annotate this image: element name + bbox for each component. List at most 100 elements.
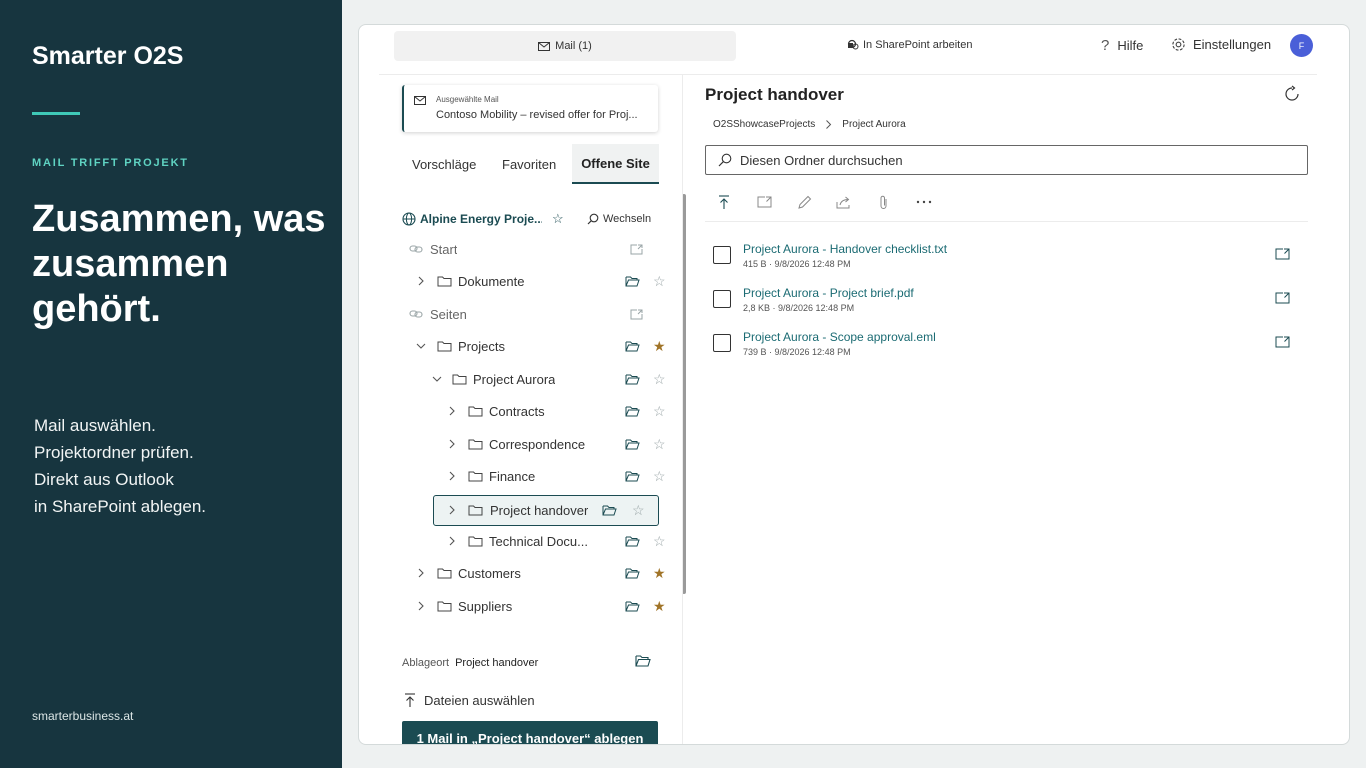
chevron-right-icon[interactable] — [447, 536, 457, 546]
top-bar: Mail (1) In SharePoint arbeiten ? Hilfe … — [359, 25, 1349, 73]
folder-open-icon[interactable] — [625, 374, 640, 385]
switch-site-button[interactable]: Wechseln — [587, 213, 651, 225]
file-name[interactable]: Project Aurora - Scope approval.eml — [743, 330, 936, 344]
accent-bar — [32, 112, 80, 115]
star-icon[interactable]: ☆ — [653, 468, 666, 485]
folder-open-icon[interactable] — [625, 439, 640, 450]
open-button[interactable] — [755, 193, 773, 211]
breadcrumb-item[interactable]: Project Aurora — [842, 119, 905, 130]
tree-item-contracts[interactable]: Contracts ☆ — [402, 398, 666, 426]
tree-item-finance[interactable]: Finance ☆ — [402, 463, 666, 491]
folder-open-icon[interactable] — [625, 471, 640, 482]
navigation-pane: Ausgewählte Mail Contoso Mobility – revi… — [379, 75, 686, 744]
tree-item-project-handover[interactable]: Project handover ☆ — [433, 495, 659, 526]
chevron-down-icon[interactable] — [432, 374, 442, 384]
tree-item-suppliers[interactable]: Suppliers ★ — [402, 593, 666, 621]
open-external-icon[interactable] — [1275, 292, 1290, 304]
tree-item-label: Start — [430, 242, 458, 257]
folder-open-icon[interactable] — [625, 536, 640, 547]
open-external-icon[interactable] — [1275, 248, 1290, 260]
star-filled-icon[interactable]: ★ — [653, 565, 666, 582]
tree-item-customers[interactable]: Customers ★ — [402, 560, 666, 588]
open-external-icon — [757, 196, 771, 208]
pencil-icon — [797, 195, 811, 209]
folder-open-icon[interactable] — [602, 505, 617, 516]
chevron-right-icon[interactable] — [447, 505, 457, 515]
open-external-icon[interactable] — [630, 309, 643, 320]
search-input[interactable] — [740, 152, 1280, 168]
star-filled-icon[interactable]: ★ — [653, 598, 666, 615]
chevron-right-icon[interactable] — [416, 568, 426, 578]
refresh-icon[interactable] — [1283, 85, 1301, 103]
mail-icon — [414, 96, 426, 105]
breadcrumb-item[interactable]: O2SShowcaseProjects — [713, 119, 815, 130]
rename-button[interactable] — [795, 193, 813, 211]
selected-mail-subject: Contoso Mobility – revised offer for Pro… — [436, 109, 638, 121]
kicker-text: MAIL TRIFFT PROJEKT — [32, 157, 189, 169]
tree-item-correspondence[interactable]: Correspondence ☆ — [402, 431, 666, 459]
tree-item-projects[interactable]: Projects ★ — [402, 333, 666, 361]
tree-item-seiten[interactable]: Seiten — [402, 301, 659, 329]
selected-mail-card[interactable]: Ausgewählte Mail Contoso Mobility – revi… — [402, 85, 658, 132]
help-button[interactable]: ? Hilfe — [1101, 37, 1143, 54]
folder-open-icon[interactable] — [625, 276, 640, 287]
open-external-icon[interactable] — [1275, 336, 1290, 348]
file-row[interactable]: Project Aurora - Handover checklist.txt … — [713, 239, 1301, 275]
tree-item-label: Contracts — [489, 404, 545, 419]
star-icon[interactable]: ☆ — [653, 436, 666, 453]
tree-item-project-aurora[interactable]: Project Aurora ☆ — [402, 366, 666, 394]
promo-body: Mail auswählen. Projektordner prüfen. Di… — [34, 412, 206, 520]
star-filled-icon[interactable]: ★ — [653, 338, 666, 355]
chevron-right-icon[interactable] — [447, 406, 457, 416]
tree-item-start[interactable]: Start — [402, 236, 659, 264]
folder-open-icon[interactable] — [635, 655, 651, 667]
chevron-right-icon[interactable] — [447, 471, 457, 481]
star-icon[interactable]: ☆ — [653, 273, 666, 290]
star-icon[interactable]: ☆ — [653, 403, 666, 420]
open-external-icon[interactable] — [630, 244, 643, 255]
folder-icon — [437, 601, 452, 612]
folder-open-icon[interactable] — [625, 406, 640, 417]
avatar[interactable]: F — [1290, 34, 1313, 57]
share-icon — [836, 196, 850, 208]
attach-button[interactable] — [875, 193, 893, 211]
file-row[interactable]: Project Aurora - Project brief.pdf 2,8 K… — [713, 283, 1301, 319]
upload-button[interactable] — [715, 193, 733, 211]
tab-open-site[interactable]: Offene Site — [572, 144, 659, 184]
file-checkbox[interactable] — [713, 246, 731, 264]
file-checkbox[interactable] — [713, 290, 731, 308]
file-name[interactable]: Project Aurora - Project brief.pdf — [743, 286, 914, 300]
file-row[interactable]: Project Aurora - Scope approval.eml 739 … — [713, 327, 1301, 363]
settings-button[interactable]: Einstellungen — [1171, 37, 1271, 52]
share-button[interactable] — [835, 193, 853, 211]
file-meta: 415 B · 9/8/2026 12:48 PM — [743, 259, 851, 269]
sharepoint-work-button[interactable]: In SharePoint arbeiten — [847, 39, 972, 51]
folder-open-icon[interactable] — [625, 341, 640, 352]
chevron-down-icon[interactable] — [416, 341, 426, 351]
tree-item-technical-docs[interactable]: Technical Docu... ☆ — [402, 528, 666, 556]
folder-open-icon[interactable] — [625, 568, 640, 579]
file-name[interactable]: Project Aurora - Handover checklist.txt — [743, 242, 947, 256]
star-icon[interactable]: ☆ — [632, 502, 645, 519]
star-icon[interactable]: ☆ — [552, 211, 564, 227]
chevron-right-icon[interactable] — [416, 601, 426, 611]
star-icon[interactable]: ☆ — [653, 533, 666, 550]
file-checkbox[interactable] — [713, 334, 731, 352]
more-options-button[interactable] — [915, 193, 933, 211]
mail-tab[interactable]: Mail (1) — [394, 31, 736, 61]
tab-favorites[interactable]: Favoriten — [492, 144, 572, 184]
site-header: Alpine Energy Proje... ☆ Wechseln — [402, 210, 659, 228]
select-files-button[interactable]: Dateien auswählen — [404, 693, 535, 708]
star-icon[interactable]: ☆ — [653, 371, 666, 388]
tree-item-label: Customers — [458, 566, 521, 581]
site-name[interactable]: Alpine Energy Proje... — [420, 212, 542, 226]
chevron-right-icon[interactable] — [447, 439, 457, 449]
file-mail-button[interactable]: 1 Mail in „Project handover“ ablegen — [402, 721, 658, 744]
tree-item-dokumente[interactable]: Dokumente ☆ — [402, 268, 666, 296]
search-icon — [718, 153, 732, 167]
paperclip-icon — [880, 195, 887, 209]
tab-suggestions[interactable]: Vorschläge — [402, 144, 492, 184]
promo-panel: Smarter O2S MAIL TRIFFT PROJEKT Zusammen… — [0, 0, 342, 768]
folder-open-icon[interactable] — [625, 601, 640, 612]
chevron-right-icon[interactable] — [416, 276, 426, 286]
